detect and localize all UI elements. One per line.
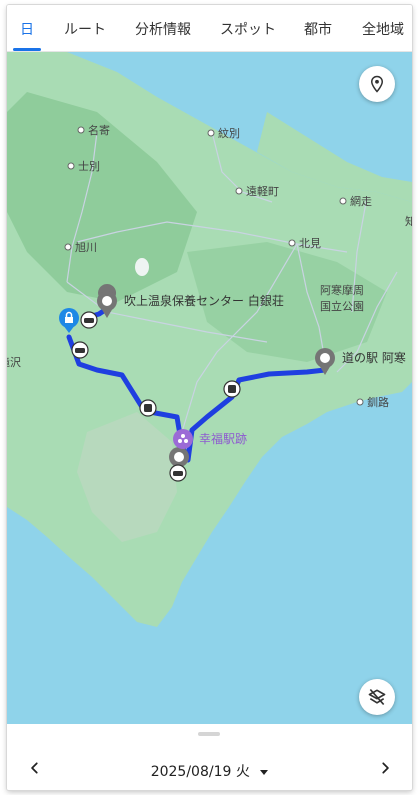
date-label: 2025/08/19 火 — [150, 764, 250, 780]
lake — [135, 258, 149, 276]
town-edge-right: 知 — [405, 214, 412, 228]
park-label: 阿寒摩周 — [320, 283, 364, 297]
town-nayoro: 名寄 — [88, 123, 110, 137]
tab-spots[interactable]: スポット — [220, 19, 276, 39]
tab-insights[interactable]: 分析情報 — [135, 19, 191, 39]
tab-cities[interactable]: 都市 — [304, 19, 332, 39]
active-tab-indicator — [13, 48, 41, 51]
map-view[interactable]: 名寄 紋別 士別 遠軽町 網走 旭川 北見 釧路 阿寒摩周 国立公園 滝沢 知 — [7, 52, 412, 724]
bus-icon — [139, 399, 157, 417]
drag-handle[interactable] — [198, 732, 220, 736]
town-kushiro: 釧路 — [367, 395, 389, 409]
location-pin-icon — [370, 75, 384, 93]
park-label-2: 国立公園 — [320, 299, 364, 313]
tab-route[interactable]: ルート — [64, 19, 106, 39]
next-day-button[interactable] — [371, 754, 399, 782]
town-kitami: 北見 — [299, 237, 321, 250]
town-engaru: 遠軽町 — [246, 185, 279, 198]
pin-kofuku[interactable] — [173, 429, 193, 449]
car-icon — [169, 464, 187, 482]
app-frame: 日 ルート 分析情報 スポット 都市 全地域 名寄 紋別 士別 遠軽町 網走 旭… — [7, 5, 412, 790]
layers-off-icon — [368, 688, 386, 706]
car-icon — [71, 341, 89, 359]
bus-icon — [223, 380, 241, 398]
town-abashiri: 網走 — [350, 194, 372, 208]
place-onsen-label: 吹上温泉保養センター 白銀荘 — [124, 293, 284, 308]
location-button[interactable] — [359, 66, 395, 102]
place-michinoeki-label: 道の駅 阿寒 — [342, 350, 406, 365]
tab-regions[interactable]: 全地域 — [362, 19, 404, 39]
map-canvas[interactable]: 名寄 紋別 士別 遠軽町 網走 旭川 北見 釧路 阿寒摩周 国立公園 滝沢 知 — [7, 52, 412, 724]
car-icon — [80, 311, 98, 329]
chevron-right-icon — [382, 762, 389, 774]
place-kofuku-label: 幸福駅跡 — [199, 431, 247, 446]
bottom-panel: 2025/08/19 火 — [7, 724, 412, 790]
town-shibetsu: 士別 — [78, 160, 100, 173]
tab-bar: 日 ルート 分析情報 スポット 都市 全地域 — [7, 5, 412, 52]
layers-button[interactable] — [359, 679, 395, 715]
town-asahikawa: 旭川 — [75, 240, 97, 254]
town-edge-left: 滝沢 — [7, 355, 21, 369]
caret-down-icon — [260, 769, 269, 775]
town-monbetsu: 紋別 — [218, 126, 240, 140]
tab-day[interactable]: 日 — [20, 19, 34, 39]
date-selector[interactable]: 2025/08/19 火 — [7, 761, 412, 781]
